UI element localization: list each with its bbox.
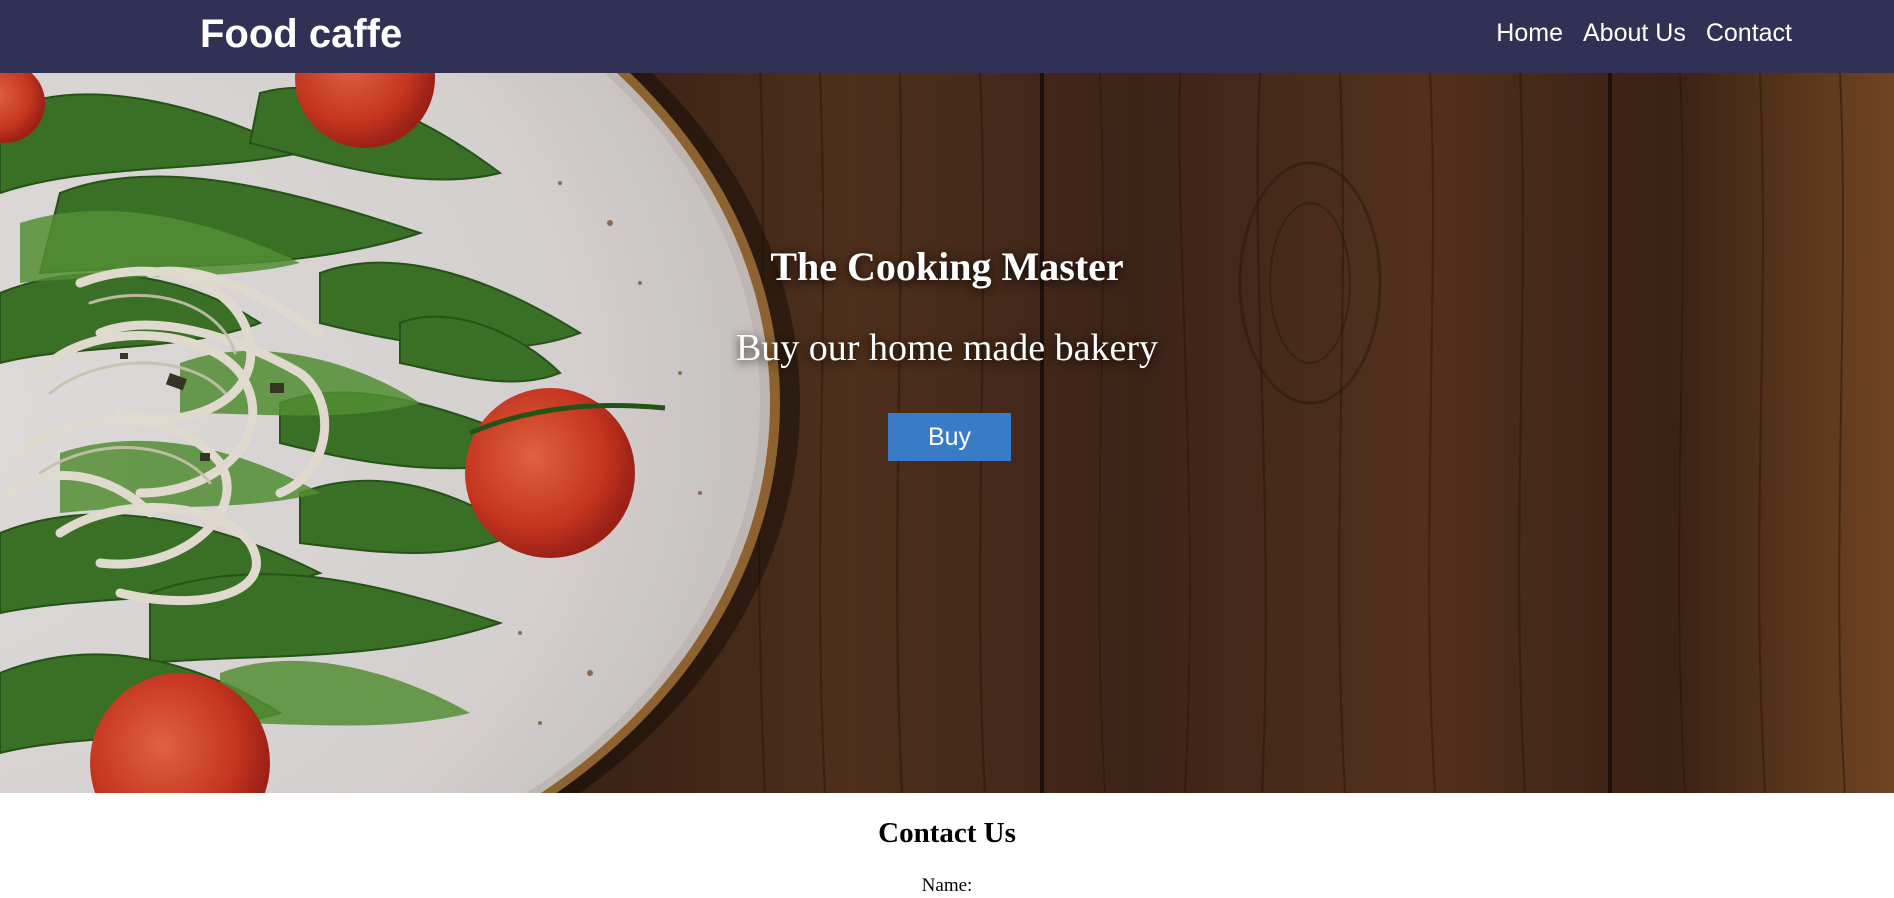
nav-links: Home About Us Contact [1496,0,1792,66]
name-label: Name: [921,875,973,896]
buy-button[interactable]: Buy [888,413,1011,461]
nav-link-home[interactable]: Home [1496,19,1563,48]
nav-link-contact[interactable]: Contact [1706,19,1792,48]
nav-link-about-us[interactable]: About Us [1583,19,1686,48]
contact-section: Contact Us Name: [0,793,1894,898]
hero-content: The Cooking Master Buy our home made bak… [0,73,1894,793]
hero-section: The Cooking Master Buy our home made bak… [0,73,1894,793]
contact-title: Contact Us [878,817,1016,849]
hero-subtitle: Buy our home made bakery [735,327,1159,369]
navbar: Food caffe Home About Us Contact [0,0,1894,73]
hero-title: The Cooking Master [770,244,1124,289]
brand-logo[interactable]: Food caffe [200,8,402,60]
